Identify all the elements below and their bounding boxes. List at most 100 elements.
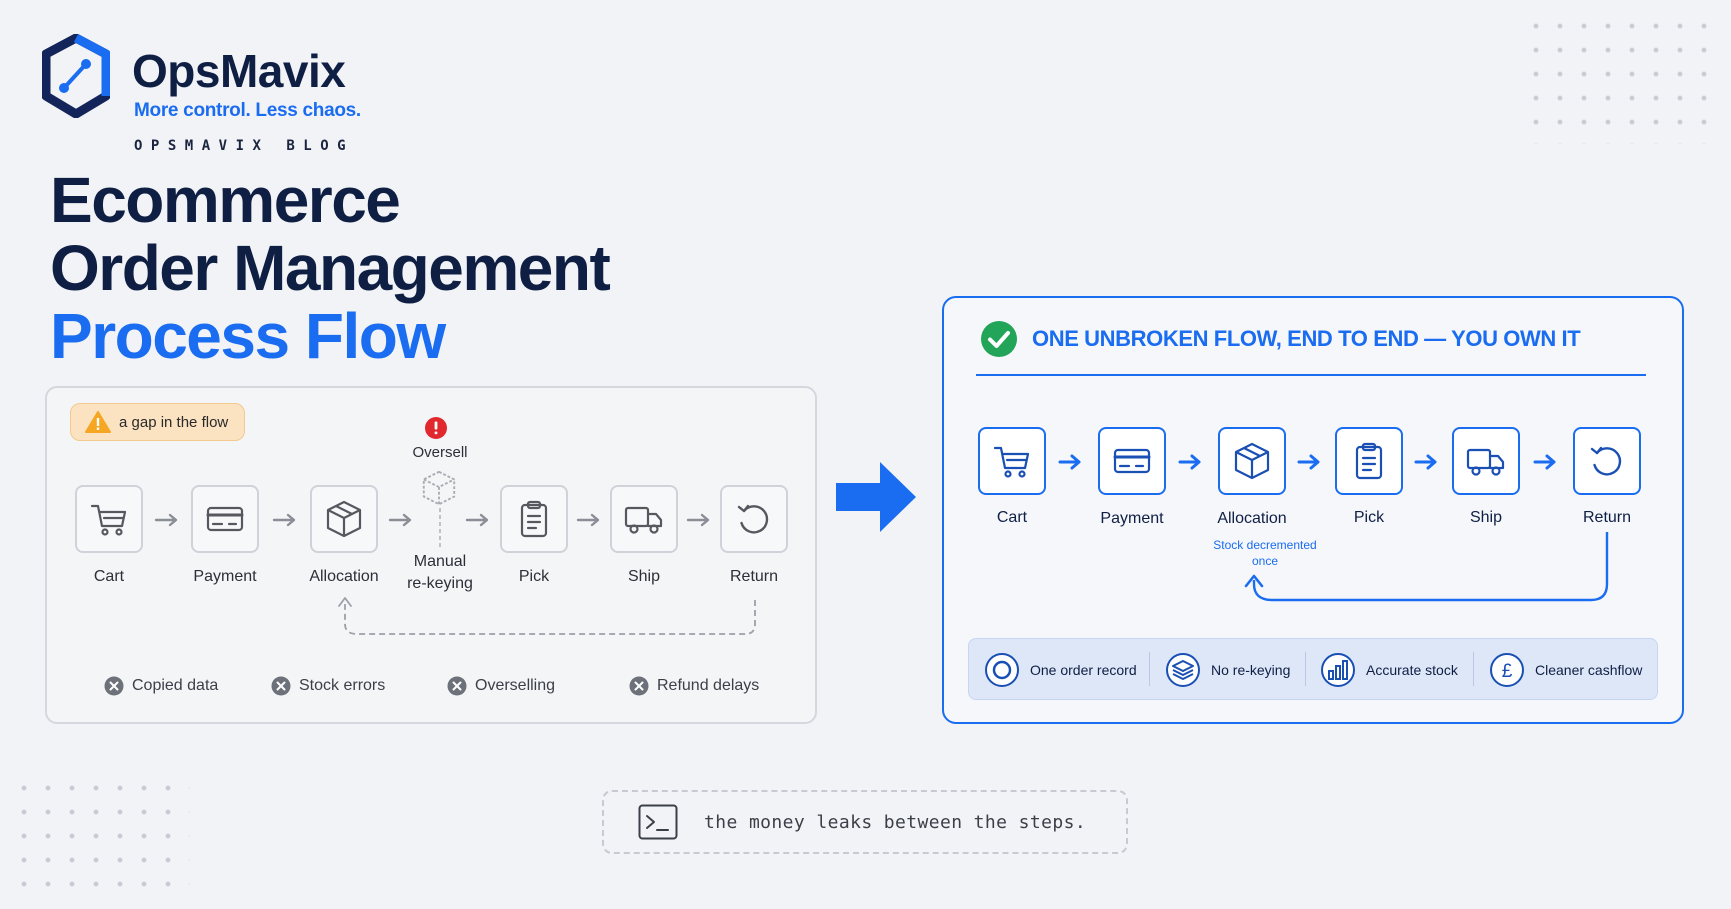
pound-icon: £ xyxy=(1490,653,1524,687)
left-step-return xyxy=(720,485,788,553)
left-step-label: Ship xyxy=(627,568,661,585)
arrow-right-icon xyxy=(388,513,412,527)
arrow-right-icon xyxy=(1297,454,1320,470)
problem-label: Stock errors xyxy=(299,677,386,694)
left-step-label: Pick xyxy=(518,568,550,585)
problem-item: Copied data xyxy=(104,676,218,696)
benefit-item: Accurate stock xyxy=(1320,652,1458,688)
problem-item: Refund delays xyxy=(629,676,759,696)
right-step-label: Cart xyxy=(996,509,1028,526)
left-step-payment xyxy=(191,485,259,553)
problem-label: Copied data xyxy=(132,677,219,694)
left-step-allocation xyxy=(310,485,378,553)
page-title-line-1: Ecommerce xyxy=(50,164,401,236)
arrow-right-icon xyxy=(272,513,296,527)
check-circle-icon xyxy=(981,321,1017,357)
right-step-ship xyxy=(1452,427,1520,495)
benefit-separator xyxy=(1305,652,1306,686)
benefit-label: Accurate stock xyxy=(1366,662,1458,678)
page-title-line-2: Order Management xyxy=(50,232,611,304)
left-step-ship xyxy=(610,485,678,553)
benefit-item: One order record xyxy=(984,652,1137,688)
card-icon xyxy=(1113,448,1151,474)
unbroken-flow-heading: ONE UNBROKEN FLOW, END TO END — YOU OWN … xyxy=(1032,326,1581,351)
x-circle-icon xyxy=(271,676,291,696)
arrow-right-icon xyxy=(1533,454,1556,470)
gap-badge: a gap in the flow xyxy=(70,403,246,441)
right-step-pick xyxy=(1335,427,1403,495)
left-step-pick xyxy=(500,485,568,553)
cart-icon xyxy=(90,504,127,536)
return-loop xyxy=(1244,532,1609,602)
faded-box-icon xyxy=(422,470,456,506)
dot-grid-top-right xyxy=(1524,14,1724,144)
x-circle-icon xyxy=(447,676,467,696)
right-step-label: Return xyxy=(1582,509,1632,526)
left-step-label: Payment xyxy=(193,568,257,585)
problem-item: Stock errors xyxy=(271,676,385,696)
left-step-label: Cart xyxy=(93,568,125,585)
problem-label: Overselling xyxy=(475,677,556,694)
bar-chart-icon xyxy=(1321,653,1355,687)
benefit-separator xyxy=(1149,652,1150,686)
left-step-cart xyxy=(75,485,143,553)
truck-icon xyxy=(624,506,663,534)
clipboard-icon xyxy=(520,500,548,538)
right-step-label: Pick xyxy=(1353,509,1385,526)
benefit-separator xyxy=(1473,652,1474,686)
x-circle-icon xyxy=(104,676,124,696)
right-step-label: Ship xyxy=(1469,509,1503,526)
benefit-item: No re-keying xyxy=(1165,652,1290,688)
cart-icon xyxy=(993,446,1030,478)
right-step-label: Payment xyxy=(1100,510,1164,527)
card-icon xyxy=(206,506,244,532)
clipboard-icon xyxy=(1355,442,1383,480)
box-icon xyxy=(326,500,362,538)
blog-label: OPSMAVIX BLOG xyxy=(134,138,355,154)
right-step-cart xyxy=(978,427,1046,495)
problem-item: Overselling xyxy=(447,676,555,696)
left-step-label: Allocation xyxy=(309,568,379,585)
benefit-label: No re-keying xyxy=(1211,662,1291,678)
terminal-text: the money leaks between the steps. xyxy=(704,811,1087,833)
heading-divider xyxy=(976,374,1646,376)
ring-icon xyxy=(985,653,1019,687)
brand-tagline: More control. Less chaos. xyxy=(134,100,361,121)
arrow-right-icon xyxy=(686,513,710,527)
svg-text:£: £ xyxy=(1502,661,1513,682)
brand-name: OpsMavix xyxy=(132,45,346,97)
opsmavix-logo-icon xyxy=(42,34,110,118)
benefit-label: One order record xyxy=(1030,662,1137,678)
terminal-callout: the money leaks between the steps. xyxy=(602,790,1128,854)
warning-icon xyxy=(85,411,111,433)
right-step-label: Allocation xyxy=(1217,510,1287,527)
arrow-right-icon xyxy=(465,513,489,527)
dashed-return-loop xyxy=(338,597,756,635)
x-circle-icon xyxy=(629,676,649,696)
return-icon xyxy=(737,504,769,534)
dot-grid-bottom-left xyxy=(12,776,190,892)
arrow-right-icon xyxy=(576,513,600,527)
layers-icon xyxy=(1166,653,1200,687)
problem-label: Refund delays xyxy=(657,677,760,694)
right-step-allocation xyxy=(1218,427,1286,495)
right-step-payment xyxy=(1098,427,1166,495)
arrow-right-icon xyxy=(1414,454,1437,470)
arrow-right-icon xyxy=(1058,454,1081,470)
manual-rekeying-label: Manual re-keying xyxy=(395,551,485,596)
return-icon xyxy=(1590,446,1622,476)
arrow-right-icon xyxy=(154,513,178,527)
truck-icon xyxy=(1466,448,1505,476)
oversell-label: Oversell xyxy=(412,444,468,461)
page-title-line-3: Process Flow xyxy=(50,300,446,372)
benefit-item: £ Cleaner cashflow xyxy=(1489,652,1642,688)
left-step-label: Return xyxy=(729,568,779,585)
terminal-icon xyxy=(638,804,678,840)
benefit-label: Cleaner cashflow xyxy=(1535,662,1643,678)
right-step-return xyxy=(1573,427,1641,495)
manual-rekeying-line-1: Manual xyxy=(413,553,467,570)
error-icon xyxy=(425,417,447,439)
box-icon xyxy=(1234,442,1270,480)
big-arrow-right-icon xyxy=(836,462,916,532)
dashed-connector xyxy=(439,508,441,548)
